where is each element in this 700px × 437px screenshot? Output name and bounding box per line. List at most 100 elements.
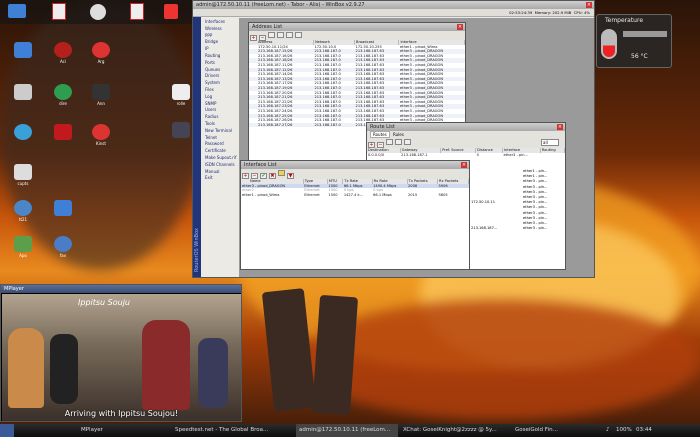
close-icon[interactable]: × bbox=[461, 162, 467, 168]
menu-item[interactable]: Exit bbox=[201, 175, 239, 182]
table-row[interactable]: ether1 - pinod_Wima Ethernet 1500 1427.4… bbox=[241, 193, 469, 198]
desktop-icon-label: Apo bbox=[19, 253, 27, 258]
disable-icon[interactable] bbox=[395, 139, 402, 145]
clock[interactable]: 03:44 bbox=[636, 424, 652, 437]
pdf-icon[interactable] bbox=[130, 3, 144, 20]
add-icon[interactable]: + bbox=[250, 35, 257, 41]
files-icon[interactable] bbox=[8, 4, 26, 18]
volume-icon[interactable]: ♪ bbox=[606, 424, 610, 437]
desktop-icon-label: Kinst bbox=[96, 141, 106, 146]
table-row[interactable]: 213.168.187.24/26 213.168.187.0 213.168.18… bbox=[249, 109, 465, 114]
menu-item[interactable]: New Terminal bbox=[201, 128, 239, 135]
comment-icon[interactable] bbox=[286, 32, 293, 38]
close-icon[interactable]: × bbox=[557, 124, 563, 130]
start-button[interactable] bbox=[0, 424, 14, 437]
tab-rules[interactable]: Rules bbox=[391, 132, 406, 137]
close-icon[interactable]: × bbox=[586, 2, 592, 8]
desktop-icon-label: dire bbox=[59, 101, 67, 106]
mplayer-titlebar[interactable]: MPlayer bbox=[1, 285, 241, 293]
add-icon[interactable]: + bbox=[242, 173, 249, 179]
desktop-icon[interactable]: Ann bbox=[86, 84, 116, 106]
enable-icon[interactable] bbox=[268, 32, 275, 38]
filter-select[interactable]: all bbox=[541, 139, 559, 146]
menu-item[interactable]: Log bbox=[201, 94, 239, 101]
desktop-icon[interactable] bbox=[48, 124, 78, 141]
disable-icon[interactable]: ✖ bbox=[269, 173, 276, 179]
gear-icon[interactable] bbox=[90, 4, 106, 20]
menu-item[interactable]: Manual bbox=[201, 169, 239, 176]
desktop-icon[interactable]: fav bbox=[48, 236, 78, 258]
address-list-titlebar[interactable]: Address List × bbox=[249, 23, 465, 31]
desktop-icon[interactable] bbox=[48, 200, 78, 217]
desktop-icon[interactable]: Arg bbox=[86, 42, 116, 64]
task-xchat[interactable]: XChat: GoseiKnight@2zzzz @ 5y... bbox=[400, 424, 510, 437]
route-list-titlebar[interactable]: Route List × bbox=[367, 123, 565, 131]
comment-icon[interactable] bbox=[278, 170, 285, 176]
enable-icon[interactable] bbox=[386, 139, 393, 145]
interface-list-titlebar[interactable]: Interface List × bbox=[241, 161, 469, 169]
interface-table: Name Type MTU Tx Rate Rx Rate Tx Packets… bbox=[241, 179, 469, 197]
add-icon[interactable]: + bbox=[368, 142, 375, 148]
enable-icon[interactable]: ✔ bbox=[260, 173, 267, 179]
desktop-icon[interactable] bbox=[8, 42, 38, 59]
top-panel bbox=[0, 0, 192, 24]
task-mplayer[interactable]: MPlayer bbox=[78, 424, 170, 437]
remove-icon[interactable]: − bbox=[377, 142, 384, 148]
temperature-widget[interactable]: Temperature 56 °C bbox=[596, 14, 672, 68]
close-icon[interactable]: × bbox=[457, 24, 463, 30]
menu-item[interactable]: SNMP bbox=[201, 101, 239, 108]
desktop-icon[interactable]: dire bbox=[48, 84, 78, 106]
menu-item[interactable]: Bridge bbox=[201, 39, 239, 46]
menu-item[interactable]: Radius bbox=[201, 114, 239, 121]
interface-rx-rate: 66.1 Mbps bbox=[373, 192, 392, 197]
filter-icon[interactable] bbox=[404, 139, 411, 145]
pdf-icon[interactable] bbox=[52, 3, 66, 20]
disable-icon[interactable] bbox=[277, 32, 284, 38]
route-interface: ether3 - pin... bbox=[523, 226, 548, 231]
menu-item[interactable]: Files bbox=[201, 87, 239, 94]
desktop-icon[interactable]: cupts bbox=[8, 164, 38, 186]
menu-item[interactable]: System bbox=[201, 80, 239, 87]
tab-routes[interactable]: Routes bbox=[370, 131, 390, 138]
menu-item[interactable]: Drivers bbox=[201, 73, 239, 80]
interface-tx-packets: 2015 bbox=[408, 192, 418, 197]
desktop-icon[interactable] bbox=[8, 84, 38, 101]
winbox-titlebar[interactable]: admin@172.50.10.11 (freeLom.net) - Tabor… bbox=[193, 1, 594, 9]
task-speedtest[interactable]: Speedtest.net - The Global Broa... bbox=[172, 424, 294, 437]
desktop-icon[interactable] bbox=[8, 124, 38, 141]
menu-item[interactable]: Interfaces bbox=[201, 19, 239, 26]
mplayer-window[interactable]: MPlayer Ippitsu Souju Arriving with Ippi… bbox=[0, 284, 242, 422]
menu-item[interactable]: Tools bbox=[201, 121, 239, 128]
desktop-icon[interactable]: tt21 bbox=[8, 200, 38, 222]
desktop-icon[interactable]: Apo bbox=[8, 236, 38, 258]
menu-item[interactable]: IP bbox=[201, 46, 239, 53]
acrobat-icon[interactable] bbox=[164, 4, 178, 19]
desktop-icon-label: Ann bbox=[97, 101, 105, 106]
list-item[interactable]: 213.168.187... ether3 - pin... bbox=[471, 226, 565, 231]
interface-list-window[interactable]: Interface List × + − ✔ ✖ ▼ Name Type MTU Tx R… bbox=[240, 160, 470, 270]
task-label: XChat: GoseiKnight@2zzzz @ 5y... bbox=[403, 427, 497, 433]
table-row[interactable]: 213.168.187.11/26 213.168.187.0 213.168.18… bbox=[249, 63, 465, 68]
menu-item[interactable]: Routing bbox=[201, 53, 239, 60]
task-winbox[interactable]: admin@172.50.10.11 (freeLom... bbox=[296, 424, 398, 437]
address-cell: 213.168.187.27/26 bbox=[249, 122, 314, 128]
table-row[interactable]: 213.168.187.19/26 213.168.187.0 213.168.18… bbox=[249, 85, 465, 91]
menu-item[interactable]: Wireless bbox=[201, 26, 239, 33]
menu-item[interactable]: Certificate bbox=[201, 148, 239, 155]
winbox-statusbar: 02:53:24:39 Memory: 202.9 MiB CPU: 4% bbox=[193, 9, 594, 17]
menu-item[interactable]: Password bbox=[201, 141, 239, 148]
menu-item[interactable]: Ports bbox=[201, 60, 239, 67]
desktop-icon[interactable]: Kinst bbox=[86, 124, 116, 146]
menu-item[interactable]: Telnet bbox=[201, 135, 239, 142]
menu-item[interactable]: Queues bbox=[201, 67, 239, 74]
desktop-icon[interactable]: Aci bbox=[48, 42, 78, 64]
task-other[interactable]: GoseiGold Fin... bbox=[512, 424, 596, 437]
menu-item[interactable]: Make Supout.rif bbox=[201, 155, 239, 162]
menu-item[interactable]: ISDN Channels bbox=[201, 162, 239, 169]
table-row[interactable]: 0.0.0.0/0 213.168.187.1 0 ether3 - pin..… bbox=[367, 153, 565, 158]
filter-icon[interactable]: ▼ bbox=[287, 173, 294, 179]
volume-level[interactable]: 100% bbox=[616, 424, 632, 437]
filter-icon[interactable] bbox=[295, 32, 302, 38]
menu-item[interactable]: PPP bbox=[201, 33, 239, 40]
menu-item[interactable]: Users bbox=[201, 107, 239, 114]
